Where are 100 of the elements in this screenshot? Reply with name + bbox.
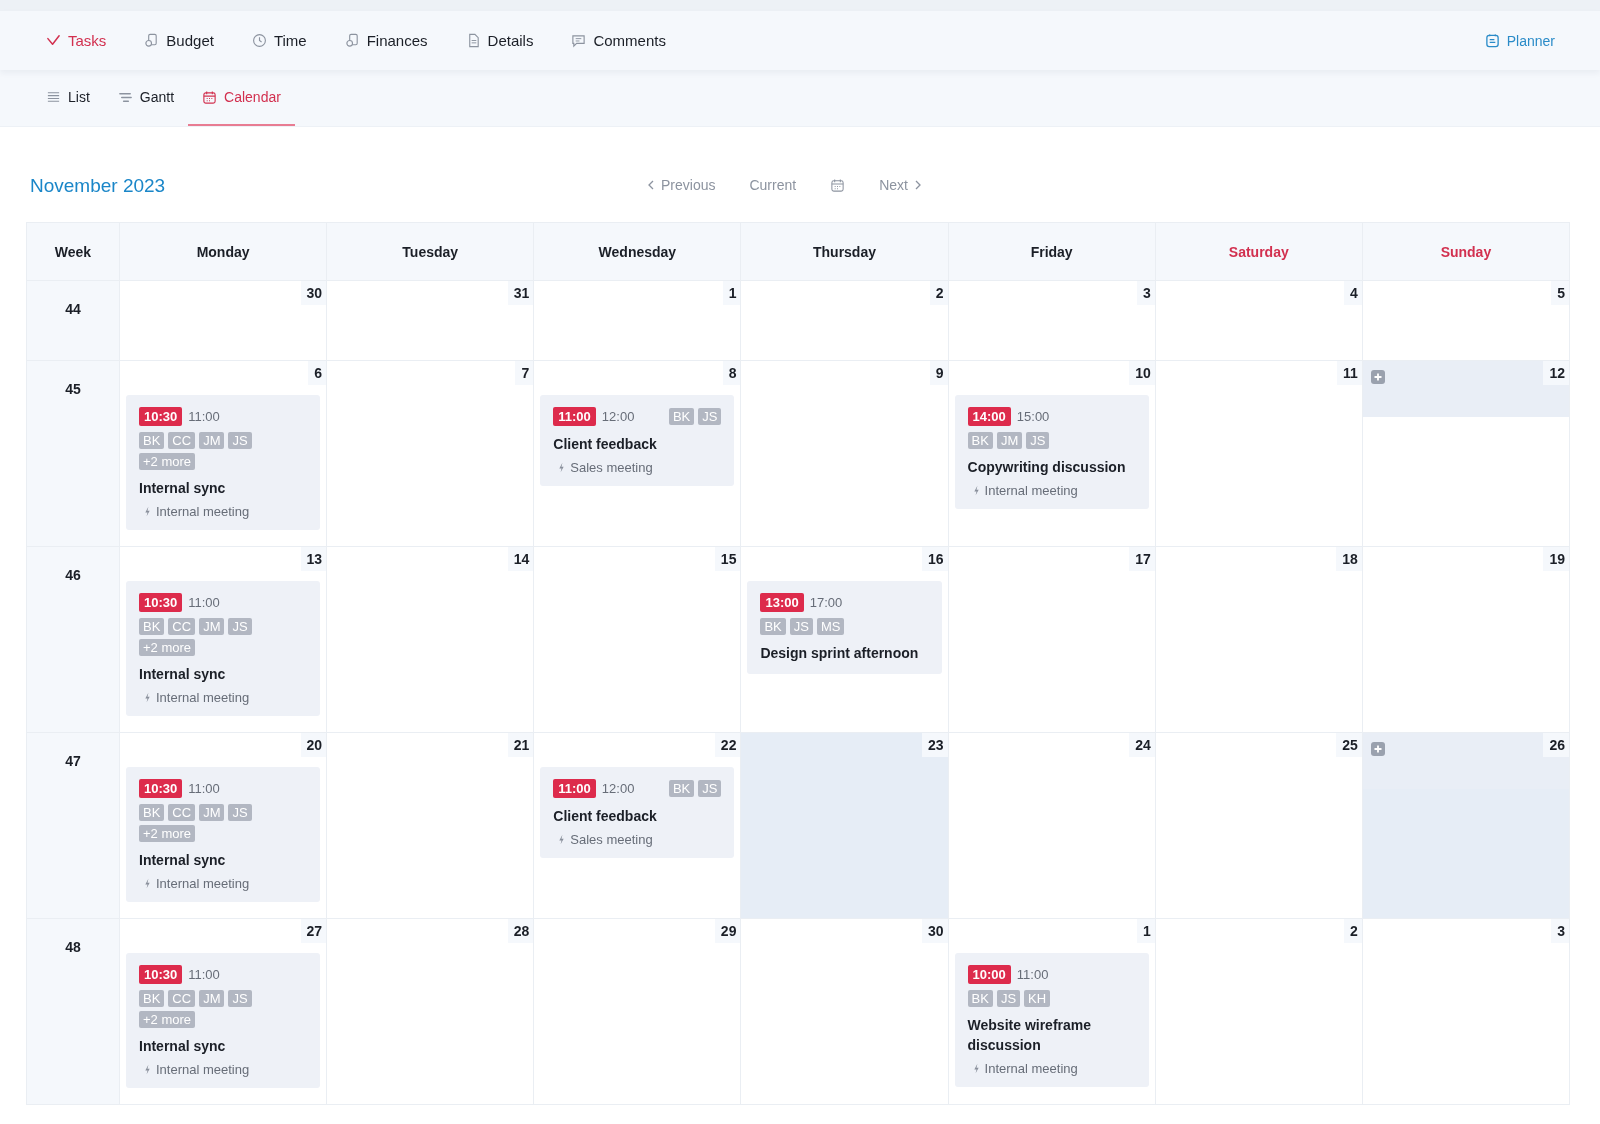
column-header: Monday — [120, 223, 328, 281]
day-cell[interactable]: 31 — [327, 281, 535, 361]
nav-tab[interactable]: Details — [465, 32, 534, 49]
nav-tab[interactable]: Tasks — [46, 32, 107, 49]
nav-tab[interactable]: Time — [251, 32, 307, 49]
event-card[interactable]: 10:00 11:00 BK JS KH Website wireframe discussion Internal meeting — [954, 953, 1149, 1087]
event-card[interactable]: 11:00 12:00 BK JS Client feedback Sales meeting — [540, 395, 735, 486]
day-cell[interactable]: 2 — [741, 281, 949, 361]
day-cell[interactable]: 26 — [1362, 733, 1570, 919]
event-type: Sales meeting — [570, 832, 653, 847]
day-cell[interactable]: 1 — [534, 281, 742, 361]
day-number: 29 — [714, 919, 741, 943]
view-tab[interactable]: List — [32, 70, 104, 126]
nav-tab[interactable]: Comments — [571, 32, 666, 49]
day-cell[interactable]: 22 11:00 12:00 BK JS Client feedback Sales meeting — [534, 733, 742, 919]
attendee-initials: BK — [139, 990, 165, 1007]
event-title: Internal sync — [139, 851, 227, 870]
day-cell[interactable]: 13 10:30 11:00 BK CC JM JS +2 more Internal sync Internal meeting — [120, 547, 328, 733]
attendee-initials: BK — [139, 432, 165, 449]
end-time: 17:00 — [809, 595, 843, 610]
day-cell[interactable]: 8 11:00 12:00 BK JS Client feedback Sales meeting — [534, 361, 742, 547]
attendee-initials: MS — [816, 618, 845, 635]
list-icon — [46, 89, 61, 105]
day-cell[interactable]: 23 — [741, 733, 949, 919]
attendee-initials: CC — [168, 804, 196, 821]
attendee-initials: JS — [1026, 432, 1050, 449]
attendee-initials: KH — [1024, 990, 1051, 1007]
day-number: 10 — [1129, 361, 1155, 385]
day-cell[interactable]: 16 13:00 17:00 BK JS MS Design sprint afternoon — [741, 547, 949, 733]
day-number: 23 — [922, 733, 948, 757]
planner-link[interactable]: Planner — [1484, 32, 1555, 49]
day-number: 2 — [929, 281, 948, 305]
day-cell[interactable]: 21 — [327, 733, 535, 919]
day-cell[interactable]: 17 — [948, 547, 1156, 733]
attendee-initials: BK — [139, 618, 165, 635]
bolt-icon — [144, 1064, 151, 1075]
event-card[interactable]: 10:30 11:00 BK CC JM JS +2 more Internal sync Internal meeting — [126, 767, 321, 902]
add-icon[interactable] — [1370, 370, 1385, 384]
more-attendees: +2 more — [139, 639, 196, 656]
event-title: Client feedback — [553, 435, 658, 454]
day-number: 27 — [300, 919, 327, 943]
day-number: 28 — [507, 919, 534, 943]
day-number: 30 — [922, 919, 948, 943]
bolt-icon — [558, 834, 566, 845]
week-number: 47 — [65, 753, 81, 771]
event-card[interactable]: 10:30 11:00 BK CC JM JS +2 more Internal sync Internal meeting — [126, 953, 321, 1088]
day-cell[interactable]: 2 — [1155, 919, 1363, 1105]
day-cell[interactable]: 28 — [327, 919, 535, 1105]
day-cell[interactable]: 29 — [534, 919, 742, 1105]
event-title: Copywriting discussion — [967, 458, 1127, 477]
calendar-icon — [202, 89, 218, 105]
event-card[interactable]: 11:00 12:00 BK JS Client feedback Sales meeting — [540, 767, 735, 858]
check-icon — [46, 33, 61, 48]
start-time: 10:30 — [139, 407, 183, 426]
day-cell[interactable]: 7 — [327, 361, 535, 547]
week-number: 48 — [65, 939, 81, 957]
end-time: 12:00 — [601, 781, 635, 796]
event-card[interactable]: 13:00 17:00 BK JS MS Design sprint afternoon — [747, 581, 942, 674]
day-cell[interactable]: 14 — [327, 547, 535, 733]
end-time: 11:00 — [188, 967, 220, 982]
nav-tab[interactable]: Budget — [144, 32, 214, 49]
nav-tab[interactable]: Finances — [344, 32, 428, 49]
attendee-initials: JS — [698, 780, 722, 797]
day-cell[interactable]: 18 — [1155, 547, 1363, 733]
add-icon[interactable] — [1370, 742, 1385, 756]
day-number: 25 — [1336, 733, 1362, 757]
day-number: 3 — [1136, 281, 1155, 305]
day-cell[interactable]: 30 — [741, 919, 949, 1105]
event-card[interactable]: 14:00 15:00 BK JM JS Copywriting discussion Internal meeting — [954, 395, 1149, 509]
attendee-initials: JM — [199, 432, 225, 449]
event-card[interactable]: 10:30 11:00 BK CC JM JS +2 more Internal sync Internal meeting — [126, 395, 321, 530]
day-cell[interactable]: 9 — [741, 361, 949, 547]
day-cell[interactable]: 20 10:30 11:00 BK CC JM JS +2 more Internal sync Internal meeting — [120, 733, 328, 919]
day-cell[interactable]: 25 — [1155, 733, 1363, 919]
day-cell[interactable]: 1 10:00 11:00 BK JS KH Website wireframe discussion Internal meeting — [948, 919, 1156, 1105]
column-header: Thursday — [741, 223, 949, 281]
day-cell[interactable]: 15 — [534, 547, 742, 733]
day-cell[interactable]: 10 14:00 15:00 BK JM JS Copywriting discussion Internal meeting — [948, 361, 1156, 547]
attendee-initials: JM — [199, 618, 225, 635]
day-cell[interactable]: 12 — [1362, 361, 1570, 547]
bolt-icon — [144, 692, 151, 703]
attendee-initials: CC — [168, 618, 196, 635]
view-tab[interactable]: Calendar — [188, 70, 295, 126]
day-cell[interactable]: 3 — [948, 281, 1156, 361]
column-header: Friday — [948, 223, 1156, 281]
day-cell[interactable]: 6 10:30 11:00 BK CC JM JS +2 more Internal sync Internal meeting — [120, 361, 328, 547]
day-cell[interactable]: 11 — [1155, 361, 1363, 547]
view-tab[interactable]: Gantt — [103, 70, 189, 126]
day-cell[interactable]: 30 — [120, 281, 328, 361]
start-time: 10:30 — [139, 593, 183, 612]
event-title: Website wireframe discussion — [967, 1016, 1093, 1055]
day-cell[interactable]: 24 — [948, 733, 1156, 919]
event-card[interactable]: 10:30 11:00 BK CC JM JS +2 more Internal sync Internal meeting — [126, 581, 321, 716]
day-cell[interactable]: 4 — [1155, 281, 1363, 361]
more-attendees: +2 more — [139, 453, 196, 470]
day-number: 21 — [507, 733, 534, 757]
day-cell[interactable]: 3 — [1362, 919, 1570, 1105]
day-cell[interactable]: 27 10:30 11:00 BK CC JM JS +2 more Internal sync Internal meeting — [120, 919, 328, 1105]
day-number: 19 — [1543, 547, 1569, 571]
more-attendees: +2 more — [139, 825, 196, 842]
